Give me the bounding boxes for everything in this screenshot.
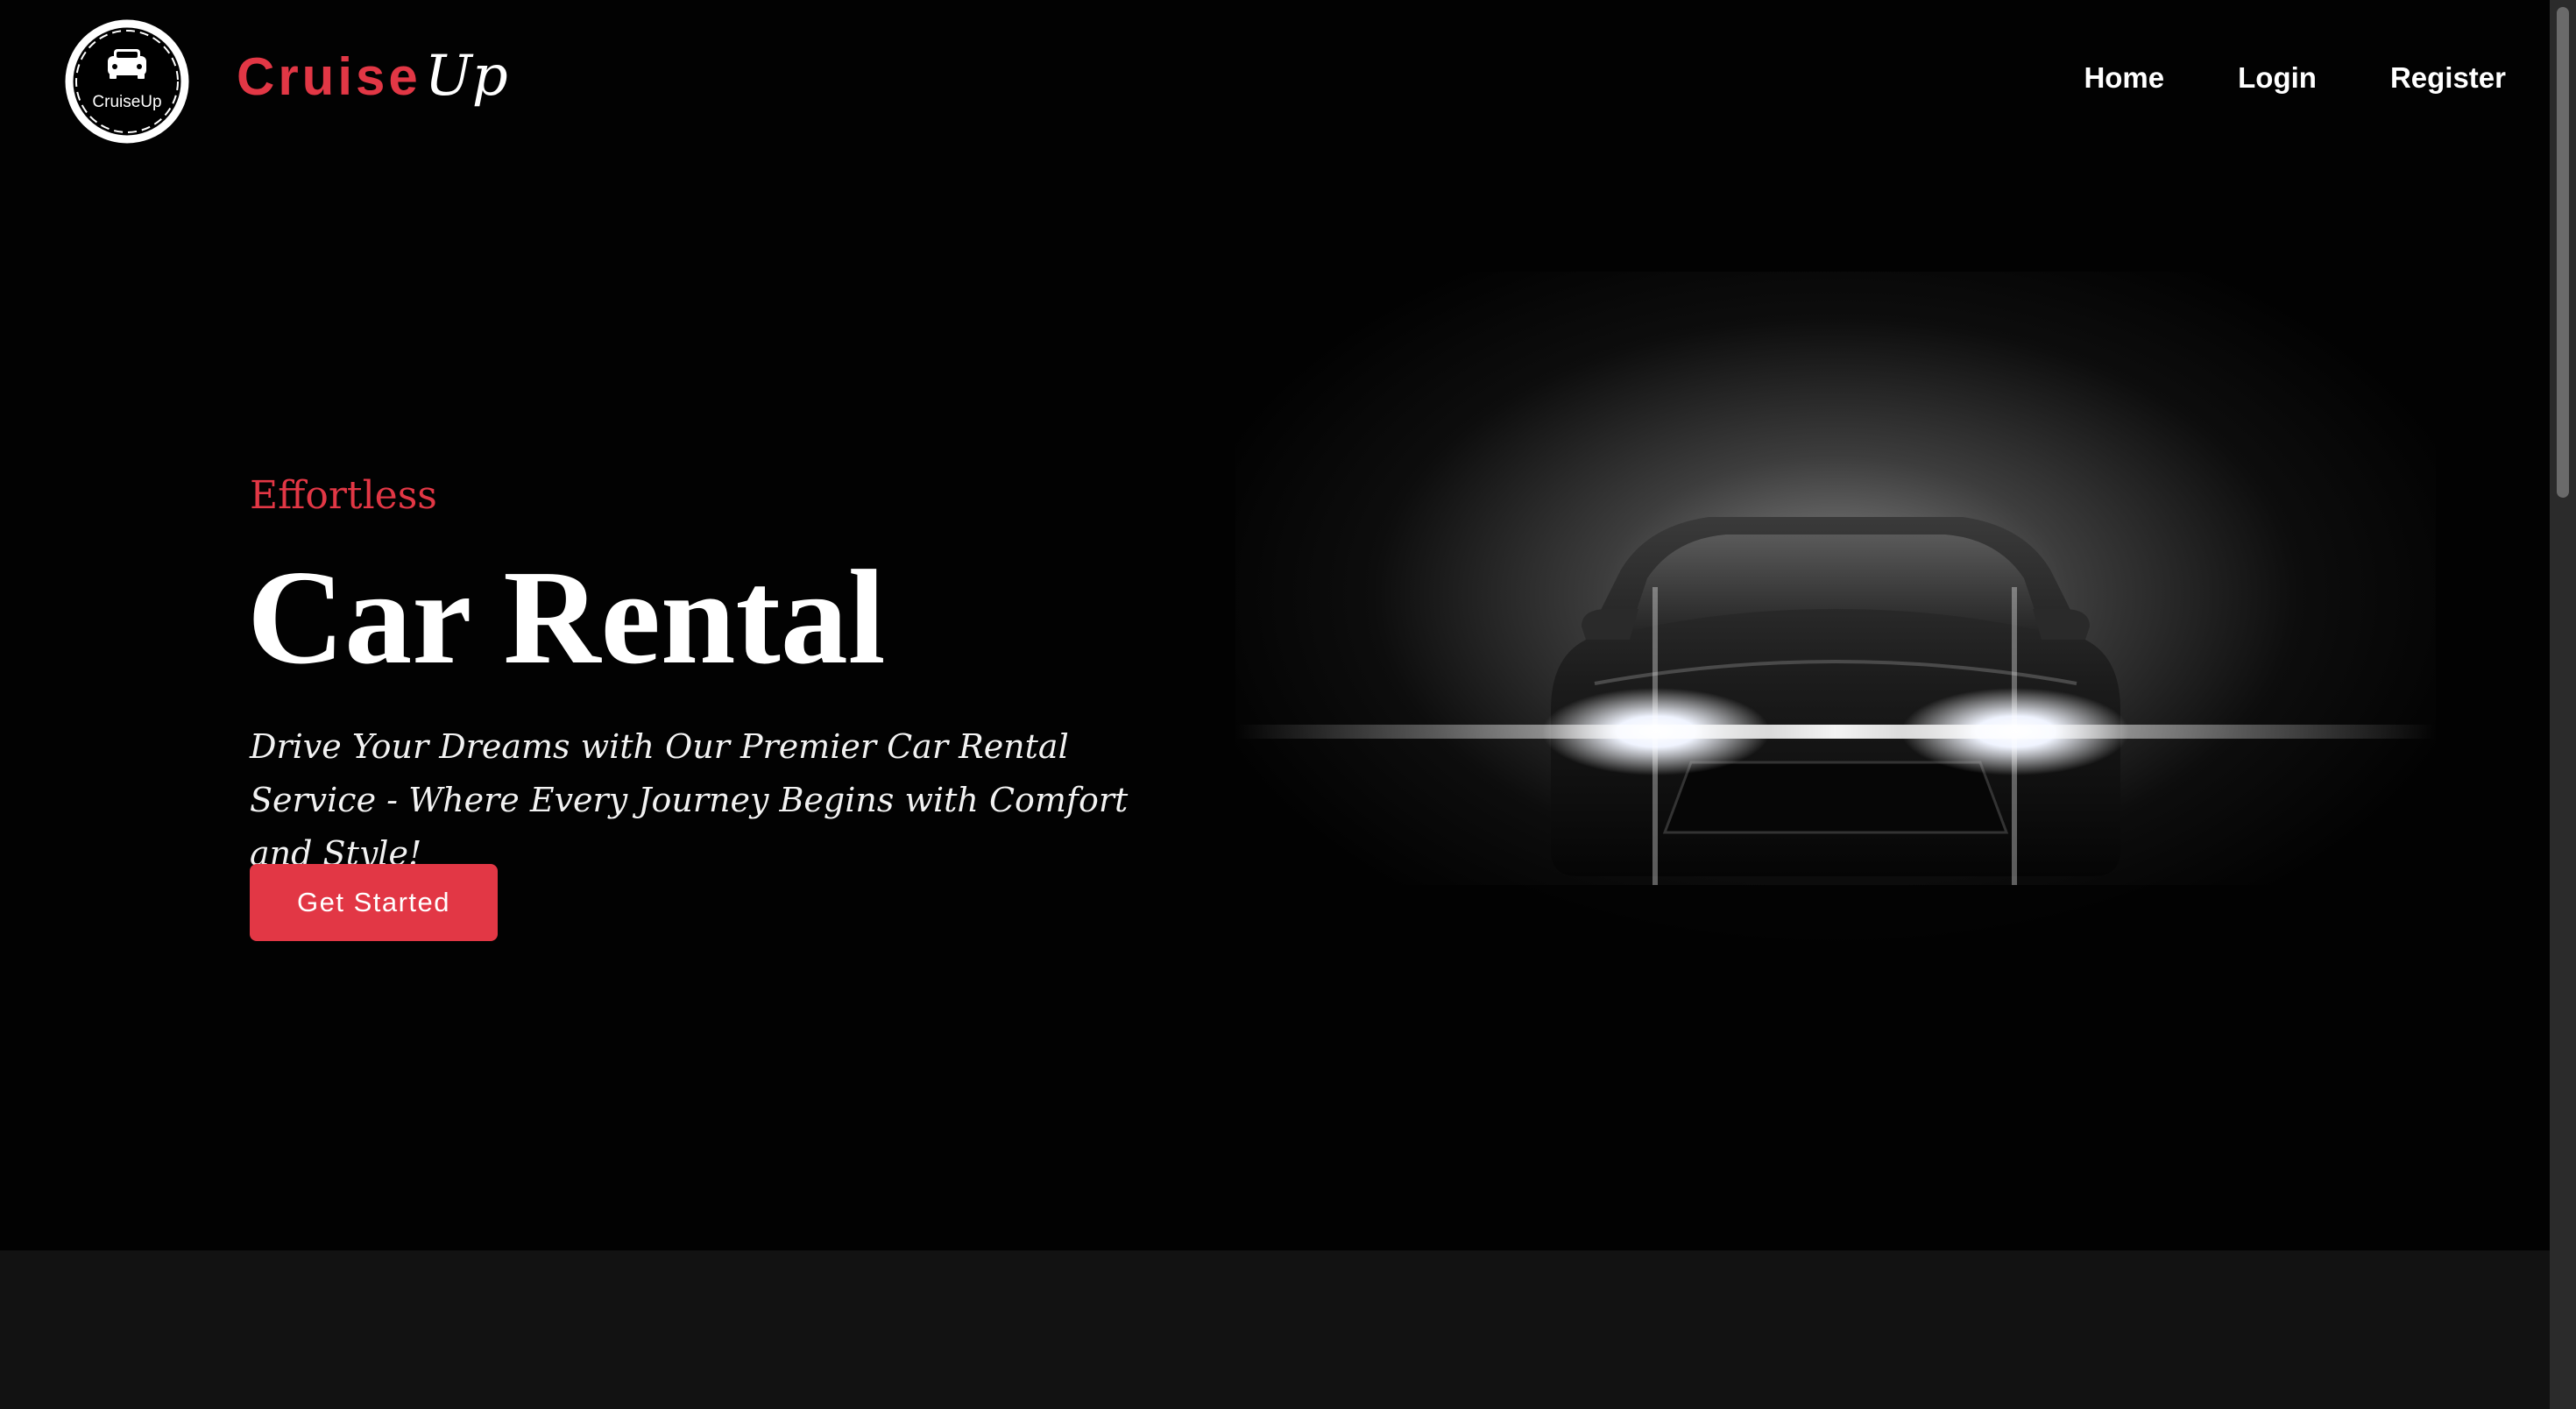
nav-register-link[interactable]: Register	[2390, 61, 2506, 95]
logo-badge[interactable]: CruiseUp	[61, 16, 193, 147]
brand-name-first: Cruise	[237, 47, 421, 106]
main-nav: Home Login Register	[2084, 61, 2506, 95]
nav-login-link[interactable]: Login	[2238, 61, 2317, 95]
lower-section	[0, 1250, 2550, 1409]
scrollbar-thumb[interactable]	[2557, 7, 2569, 498]
car-headlights-image	[1235, 272, 2436, 990]
nav-home-link[interactable]: Home	[2084, 61, 2164, 95]
page: CruiseUp Cruise Up Home Login Register E…	[0, 0, 2550, 1409]
page-scrollbar[interactable]	[2550, 0, 2576, 1409]
site-header: CruiseUp Cruise Up Home Login Register	[0, 0, 2550, 166]
hero-eyebrow: Effortless	[250, 473, 437, 518]
brand-name[interactable]: Cruise Up	[237, 44, 508, 123]
hero-title: Car Rental	[247, 543, 886, 692]
get-started-button[interactable]: Get Started	[250, 864, 498, 941]
logo-text: CruiseUp	[92, 93, 161, 111]
brand-name-second: Up	[424, 44, 508, 109]
hero-subtitle: Drive Your Dreams with Our Premier Car R…	[250, 727, 1129, 873]
